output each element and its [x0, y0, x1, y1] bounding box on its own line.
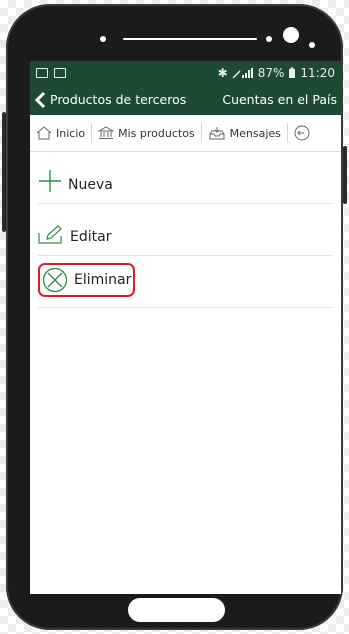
back-label: Productos de terceros: [50, 92, 187, 107]
toolbar-label: Mis productos: [118, 126, 195, 140]
toolbar-label: Inicio: [56, 126, 86, 140]
toolbar-label: Mensajes: [229, 126, 281, 140]
battery-icon: [289, 67, 296, 78]
delete-circle-icon: [42, 267, 68, 293]
quick-toolbar: Inicio Mis productos Mensajes: [30, 115, 341, 152]
action-list: Nueva Editar Eliminar: [30, 152, 341, 308]
toolbar-item-mensajes[interactable]: Mensajes: [202, 126, 287, 140]
clock: 11:20: [300, 65, 335, 80]
screen: ✱ 87% 11:20 Productos de terceros Cuenta…: [30, 61, 341, 594]
back-button[interactable]: Productos de terceros: [34, 91, 187, 108]
toolbar-item-mis-productos[interactable]: Mis productos: [92, 126, 201, 140]
highlight-box: Eliminar: [38, 263, 136, 297]
action-label: Nueva: [68, 177, 113, 193]
toolbar-item-more[interactable]: [288, 125, 316, 141]
toolbar-item-inicio[interactable]: Inicio: [30, 126, 91, 140]
status-bar: ✱ 87% 11:20: [30, 61, 341, 84]
front-sensor-dot: [309, 42, 315, 48]
chevron-left-icon: [34, 91, 46, 108]
side-button-right: [343, 146, 347, 204]
bank-icon: [98, 126, 115, 139]
battery-percent: 87%: [257, 65, 285, 80]
exit-icon: [294, 125, 310, 141]
speaker-grille: [123, 38, 257, 40]
home-icon: [36, 126, 52, 140]
notification-icon: [54, 67, 66, 78]
action-editar[interactable]: Editar: [38, 204, 333, 256]
notification-icon: [36, 67, 48, 78]
home-button[interactable]: [128, 598, 225, 622]
plus-icon: [39, 170, 61, 192]
front-camera: [283, 27, 299, 43]
signal-icon: [232, 67, 253, 79]
side-button-left: [2, 112, 6, 232]
phone-frame: ✱ 87% 11:20 Productos de terceros Cuenta…: [2, 4, 347, 630]
app-bar: Productos de terceros Cuentas en el País: [30, 84, 341, 115]
edit-icon: [38, 225, 62, 244]
bluetooth-icon: ✱: [217, 65, 228, 80]
inbox-icon: [209, 127, 225, 140]
action-label: Eliminar: [74, 272, 132, 288]
front-sensor-dot: [266, 36, 272, 42]
tab-cuentas[interactable]: Cuentas en el País: [222, 92, 337, 107]
action-label: Editar: [70, 229, 112, 245]
action-eliminar[interactable]: Eliminar: [38, 256, 333, 308]
front-sensor-dot: [100, 36, 106, 42]
action-nueva[interactable]: Nueva: [38, 152, 333, 204]
